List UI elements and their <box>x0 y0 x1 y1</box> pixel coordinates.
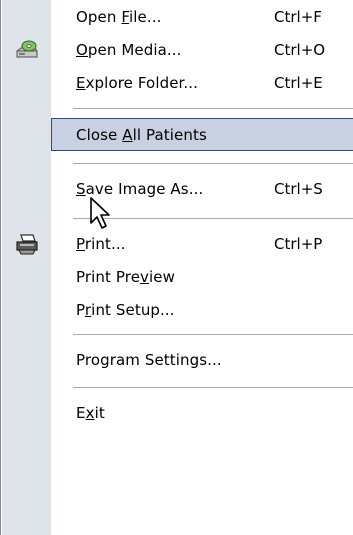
menu-item-print-setup[interactable]: Print Setup... <box>2 295 353 325</box>
open-media-icon <box>14 39 40 61</box>
menu-item-explore-folder[interactable]: Explore Folder... Ctrl+E <box>2 68 353 98</box>
menu-item-shortcut: Ctrl+S <box>274 180 323 198</box>
mouse-pointer-icon <box>89 196 117 232</box>
menu-item-label: Explore Folder... <box>76 74 199 92</box>
file-menu: Open File... Ctrl+F Open Media... Ctrl+O… <box>0 0 353 535</box>
menu-item-open-file[interactable]: Open File... Ctrl+F <box>2 2 353 32</box>
menu-item-label: Print Preview <box>76 268 175 286</box>
menu-item-shortcut: Ctrl+E <box>274 74 323 92</box>
menu-item-label: Program Settings... <box>76 351 222 369</box>
menu-item-close-all-patients[interactable]: Close All Patients <box>51 118 353 151</box>
menu-item-save-image-as[interactable]: Save Image As... Ctrl+S <box>2 174 353 204</box>
menu-item-program-settings[interactable]: Program Settings... <box>2 345 353 375</box>
menu-separator <box>73 334 353 335</box>
menu-item-shortcut: Ctrl+P <box>274 235 323 253</box>
menu-separator <box>73 163 353 164</box>
menu-item-shortcut: Ctrl+F <box>274 8 322 26</box>
menu-separator <box>73 387 353 388</box>
menu-item-label: Print Setup... <box>76 301 175 319</box>
menu-item-label: Close All Patients <box>76 125 207 144</box>
printer-icon <box>14 233 40 255</box>
menu-item-print-preview[interactable]: Print Preview <box>2 262 353 292</box>
menu-item-label: Exit <box>76 404 105 422</box>
menu-item-label: Print... <box>76 235 126 253</box>
menu-item-print[interactable]: Print... Ctrl+P <box>2 229 353 259</box>
menu-item-exit[interactable]: Exit <box>2 398 353 428</box>
menu-item-label: Open File... <box>76 8 162 26</box>
menu-item-label: Open Media... <box>76 41 182 59</box>
menu-item-open-media[interactable]: Open Media... Ctrl+O <box>2 35 353 65</box>
menu-item-shortcut: Ctrl+O <box>274 41 326 59</box>
menu-separator <box>73 108 353 109</box>
